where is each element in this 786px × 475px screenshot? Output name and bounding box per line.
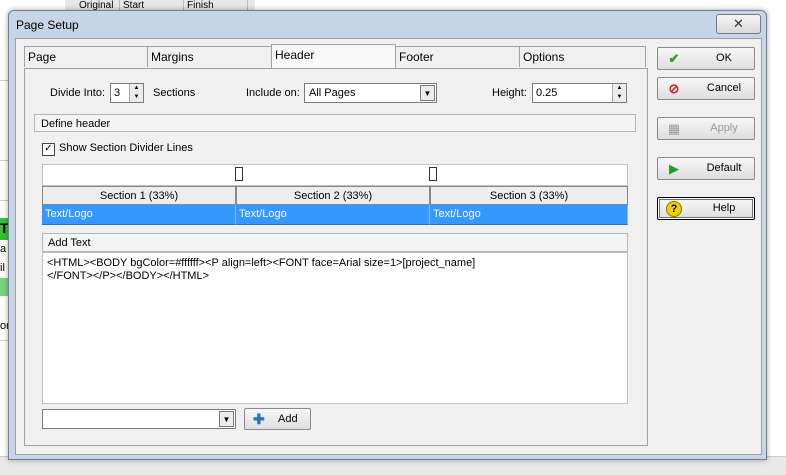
- tab-page[interactable]: Page: [24, 46, 148, 67]
- apply-icon: ▦: [667, 121, 681, 136]
- background-column-original: Original: [76, 0, 120, 10]
- divider-handle[interactable]: [235, 167, 243, 181]
- background-column-finish: Finish: [184, 0, 248, 10]
- show-divider-checkbox[interactable]: ✓: [42, 143, 55, 156]
- ok-button-label: OK: [716, 52, 732, 64]
- close-button[interactable]: ✕: [716, 14, 761, 34]
- divider-handle[interactable]: [429, 167, 437, 181]
- default-button[interactable]: ▶ Default: [657, 157, 755, 180]
- plus-icon: ✚: [253, 411, 265, 427]
- spinner-buttons[interactable]: ▲ ▼: [612, 84, 626, 102]
- section-header: Section 2 (33%): [236, 186, 430, 205]
- help-button-label: Help: [712, 202, 736, 214]
- header-html-editor[interactable]: <HTML><BODY bgColor=#ffffff><P align=lef…: [42, 252, 628, 404]
- help-button[interactable]: ? Help: [657, 197, 755, 220]
- section-header: Section 1 (33%): [42, 186, 236, 205]
- spin-down-icon[interactable]: ▼: [613, 93, 626, 102]
- spin-down-icon[interactable]: ▼: [130, 93, 143, 102]
- include-on-label: Include on:: [246, 87, 300, 99]
- checkmark-icon: ✔: [668, 51, 680, 66]
- title-bar[interactable]: Page Setup ✕: [9, 11, 766, 37]
- height-label: Height:: [492, 87, 527, 99]
- close-icon: ✕: [733, 16, 744, 31]
- define-header-label: Define header: [34, 114, 636, 132]
- cancel-icon: ⊘: [668, 81, 680, 96]
- apply-button[interactable]: ▦ Apply: [657, 117, 755, 140]
- tab-header[interactable]: Header: [271, 44, 396, 68]
- spinner-buttons[interactable]: ▲ ▼: [129, 84, 143, 102]
- add-button-label: Add: [278, 413, 298, 425]
- sections-label: Sections: [153, 87, 196, 99]
- height-value: 0.25: [536, 87, 558, 99]
- page-setup-dialog: Page Setup ✕ Page Margins Header Footer …: [8, 10, 767, 460]
- divide-into-spinner[interactable]: 3 ▲ ▼: [110, 83, 144, 103]
- tab-options[interactable]: Options: [519, 46, 646, 67]
- section-cell[interactable]: Text/Logo: [236, 205, 430, 225]
- section-cell[interactable]: Text/Logo: [430, 205, 628, 225]
- tab-margins[interactable]: Margins: [147, 46, 272, 67]
- field-dropdown[interactable]: ▼: [42, 409, 236, 429]
- spin-up-icon[interactable]: ▲: [130, 84, 143, 93]
- apply-button-label: Apply: [710, 122, 738, 134]
- background-column-start: Start: [120, 0, 184, 10]
- section-cell[interactable]: Text/Logo: [42, 205, 236, 225]
- add-text-label: Add Text: [42, 233, 628, 252]
- cancel-button-label: Cancel: [706, 82, 742, 94]
- include-on-value: All Pages: [309, 87, 356, 99]
- divide-into-label: Divide Into:: [50, 87, 106, 99]
- add-button[interactable]: ✚ Add: [244, 408, 311, 430]
- cancel-button[interactable]: ⊘ Cancel: [657, 77, 755, 100]
- background-fragment: il: [0, 262, 5, 274]
- divide-into-value: 3: [114, 87, 121, 99]
- chevron-down-icon[interactable]: ▼: [420, 85, 435, 101]
- include-on-dropdown[interactable]: All Pages ▼: [304, 83, 437, 103]
- background-fragment: a: [0, 243, 7, 255]
- dialog-client-area: Page Margins Header Footer Options Divid…: [15, 38, 762, 455]
- section-header: Section 3 (33%): [430, 186, 628, 205]
- show-divider-label: Show Section Divider Lines: [59, 142, 193, 154]
- tab-footer[interactable]: Footer: [395, 46, 520, 67]
- play-icon: ▶: [669, 161, 679, 176]
- section-ruler: [42, 164, 628, 186]
- height-spinner[interactable]: 0.25 ▲ ▼: [532, 83, 627, 103]
- spin-up-icon[interactable]: ▲: [613, 84, 626, 93]
- chevron-down-icon[interactable]: ▼: [219, 411, 234, 427]
- dialog-title: Page Setup: [16, 18, 79, 32]
- help-icon: ?: [666, 201, 682, 217]
- default-button-label: Default: [706, 162, 742, 174]
- ok-button[interactable]: ✔ OK: [657, 47, 755, 70]
